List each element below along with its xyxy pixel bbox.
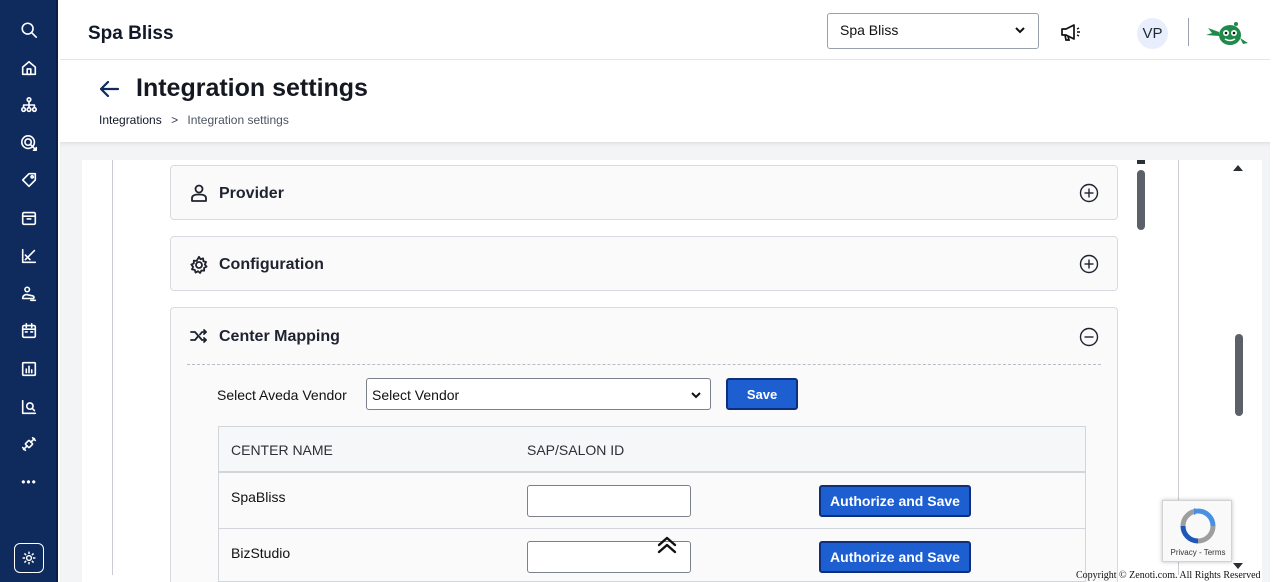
search-icon[interactable] <box>0 15 58 45</box>
frame-border-left <box>112 160 113 575</box>
home-icon[interactable] <box>0 53 58 83</box>
recaptcha-icon <box>1180 508 1216 544</box>
target-icon[interactable] <box>0 128 58 158</box>
breadcrumb-integrations-link[interactable]: Integrations <box>99 113 162 127</box>
recaptcha-badge[interactable]: Privacy - Terms <box>1162 500 1232 562</box>
scroll-to-top-icon[interactable] <box>656 535 678 555</box>
recaptcha-links[interactable]: Privacy - Terms <box>1163 548 1233 557</box>
center-mapping-table: CENTER NAME SAP/SALON ID SpaBliss Author… <box>218 426 1086 582</box>
chevron-down-icon <box>691 392 701 399</box>
inner-scrollbar-thumb[interactable] <box>1137 170 1145 230</box>
page-title: Integration settings <box>136 74 368 102</box>
page-header: Integration settings Integrations > Inte… <box>60 60 1270 142</box>
table-row: BizStudio Authorize and Save <box>219 529 1085 581</box>
center-mapping-title: Center Mapping <box>219 328 340 345</box>
expand-plus-icon[interactable] <box>1079 254 1099 274</box>
megaphone-icon[interactable] <box>1058 20 1082 44</box>
breadcrumb: Integrations > Integration settings <box>99 113 289 127</box>
vendor-select-value: Select Vendor <box>372 387 460 403</box>
user-avatar[interactable]: VP <box>1137 18 1168 49</box>
configuration-accordion[interactable]: Configuration <box>170 236 1118 291</box>
integration-icon[interactable] <box>0 429 58 459</box>
table-header-row: CENTER NAME SAP/SALON ID <box>219 427 1085 473</box>
chevron-down-icon <box>1015 27 1025 34</box>
more-label: ••• <box>21 475 37 489</box>
sap-salon-id-input[interactable] <box>527 485 691 517</box>
provider-accordion[interactable]: Provider <box>170 165 1118 220</box>
left-sidebar: ••• <box>0 0 58 582</box>
box-icon[interactable] <box>0 203 58 233</box>
provider-title: Provider <box>219 185 284 202</box>
vendor-select[interactable]: Select Vendor <box>366 378 711 410</box>
copyright-text: Copyright © Zenoti.com. All Rights Reser… <box>1076 570 1261 581</box>
breadcrumb-current: Integration settings <box>187 113 289 127</box>
authorize-and-save-button[interactable]: Authorize and Save <box>819 541 971 573</box>
save-button[interactable]: Save <box>726 378 798 410</box>
column-header-center-name: CENTER NAME <box>231 442 333 458</box>
configuration-title: Configuration <box>219 256 324 273</box>
back-arrow-icon[interactable] <box>98 78 120 100</box>
tag-icon[interactable] <box>0 165 58 195</box>
shuffle-icon <box>189 326 209 346</box>
breadcrumb-separator: > <box>171 113 179 127</box>
expand-plus-icon[interactable] <box>1079 183 1099 203</box>
calendar-icon[interactable] <box>0 316 58 346</box>
authorize-and-save-button[interactable]: Authorize and Save <box>819 485 971 517</box>
section-divider <box>187 364 1101 365</box>
settings-icon[interactable] <box>14 543 44 573</box>
zenoti-logo-icon[interactable] <box>1202 16 1252 50</box>
outer-scrollbar-thumb[interactable] <box>1235 334 1243 416</box>
service-icon[interactable] <box>0 279 58 309</box>
scroll-up-arrow-icon[interactable] <box>1233 165 1243 171</box>
column-header-sap-salon-id: SAP/SALON ID <box>527 442 625 458</box>
center-name-cell: SpaBliss <box>231 489 286 505</box>
report-icon[interactable] <box>0 354 58 384</box>
table-row: SpaBliss Authorize and Save <box>219 473 1085 529</box>
collapse-minus-icon[interactable] <box>1079 327 1099 347</box>
center-name-cell: BizStudio <box>231 545 291 561</box>
scroll-down-arrow-icon[interactable] <box>1233 563 1243 569</box>
org-chart-icon[interactable] <box>0 90 58 120</box>
org-select[interactable]: Spa Bliss <box>827 13 1039 49</box>
top-header: Spa Bliss Spa Bliss VP <box>60 4 1270 60</box>
person-icon <box>189 183 209 203</box>
app-title: Spa Bliss <box>88 23 174 44</box>
analytics-icon[interactable] <box>0 392 58 422</box>
inner-scrollbar-cap <box>1137 160 1145 164</box>
chart-icon[interactable] <box>0 241 58 271</box>
more-icon[interactable]: ••• <box>0 467 58 497</box>
vendor-label: Select Aveda Vendor <box>217 387 347 403</box>
org-select-value: Spa Bliss <box>840 22 899 38</box>
header-divider <box>1188 18 1189 46</box>
gear-icon <box>189 255 209 275</box>
